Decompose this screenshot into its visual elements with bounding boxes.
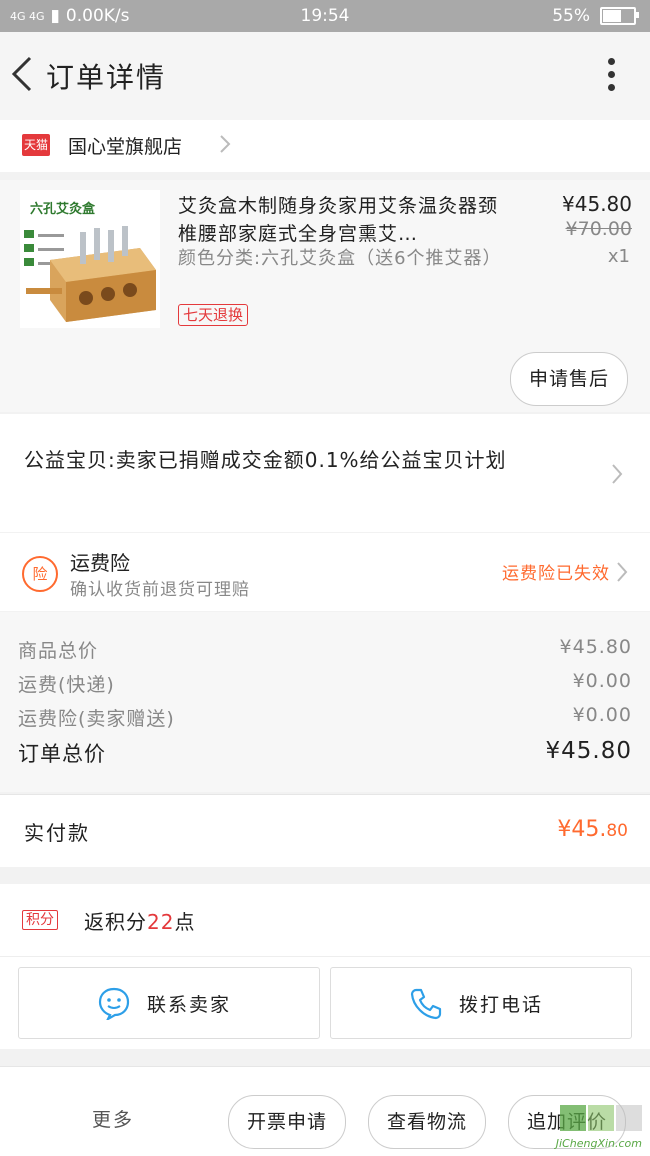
summary-label: 运费险(卖家赠送) bbox=[18, 708, 175, 730]
paid-value-main: ¥45. bbox=[557, 817, 607, 842]
points-badge: 积分 bbox=[22, 910, 58, 930]
price-summary: 商品总价 ¥45.80 运费(快递) ¥0.00 运费险(卖家赠送) ¥0.00… bbox=[0, 612, 650, 792]
order-total-row: 订单总价 ¥45.80 bbox=[18, 738, 632, 768]
product-image-label: 六孔艾灸盒 bbox=[30, 202, 96, 217]
summary-value: ¥0.00 bbox=[572, 704, 632, 726]
shipping-insurance-row[interactable]: 险 运费险 确认收货前退货可理赔 运费险已失效 bbox=[0, 533, 650, 611]
invoice-request-button[interactable]: 开票申请 bbox=[228, 1095, 346, 1149]
chevron-right-icon bbox=[220, 135, 231, 153]
product-price: ¥45.80 bbox=[562, 192, 632, 216]
call-phone-button[interactable]: 拨打电话 bbox=[330, 967, 632, 1039]
seven-day-return-badge: 七天退换 bbox=[178, 304, 249, 326]
contact-seller-button[interactable]: 联系卖家 bbox=[18, 967, 320, 1039]
contact-seller-label: 联系卖家 bbox=[147, 994, 232, 1016]
paid-value: ¥45.80 bbox=[557, 817, 628, 842]
paid-value-cents: 80 bbox=[606, 821, 628, 841]
more-link[interactable]: 更多 bbox=[92, 1105, 134, 1132]
more-options-icon[interactable] bbox=[606, 58, 616, 98]
summary-label: 运费(快递) bbox=[18, 674, 115, 696]
summary-value: ¥45.80 bbox=[559, 636, 632, 658]
points-row: 积分 返积分22点 bbox=[0, 884, 650, 957]
battery-percent: 55% bbox=[552, 6, 590, 26]
view-logistics-button[interactable]: 查看物流 bbox=[368, 1095, 486, 1149]
summary-row: 商品总价 ¥45.80 bbox=[18, 636, 632, 663]
contact-section: 联系卖家 拨打电话 bbox=[0, 957, 650, 1049]
paid-label: 实付款 bbox=[24, 821, 90, 845]
product-spec: 颜色分类:六孔艾灸盒（送6个推艾器） bbox=[178, 248, 502, 269]
tmall-logo-icon: 天猫 bbox=[22, 134, 50, 156]
points-count: 22 bbox=[147, 910, 175, 934]
nav-bar: 订单详情 bbox=[0, 32, 650, 120]
product-title: 艾灸盒木制随身灸家用艾条温灸器颈椎腰部家庭式全身宫熏艾… bbox=[178, 195, 499, 245]
charity-text: 公益宝贝:卖家已捐赠成交金额0.1%给公益宝贝计划 bbox=[24, 448, 507, 472]
summary-value: ¥0.00 bbox=[572, 670, 632, 692]
summary-label: 商品总价 bbox=[18, 640, 99, 662]
bottom-action-bar: 更多 开票申请 查看物流 追加评价 JiChengXin.com bbox=[0, 1066, 650, 1156]
product-card[interactable]: 六孔艾灸盒 艾灸盒木制随身灸家用艾条温灸器颈椎腰部家庭式全身宫熏艾… 颜色分类:… bbox=[0, 180, 650, 412]
product-original-price: ¥70.00 bbox=[565, 218, 632, 240]
points-text: 返积分22点 bbox=[84, 906, 195, 935]
watermark-text: JiChengXin.com bbox=[555, 1137, 642, 1150]
points-suffix: 点 bbox=[174, 910, 196, 934]
summary-row: 运费(快递) ¥0.00 bbox=[18, 670, 632, 697]
insurance-title: 运费险 bbox=[70, 551, 130, 575]
insurance-icon: 险 bbox=[22, 556, 58, 592]
phone-icon bbox=[410, 988, 442, 1020]
status-bar: 4G 4G ▮ 0.00K/s 19:54 55% bbox=[0, 0, 650, 32]
back-arrow-icon[interactable] bbox=[8, 54, 38, 94]
chevron-right-icon bbox=[617, 562, 628, 582]
paid-row: 实付款 ¥45.80 bbox=[0, 794, 650, 867]
status-right: 55% bbox=[552, 6, 639, 26]
page-title: 订单详情 bbox=[46, 61, 167, 94]
call-phone-label: 拨打电话 bbox=[459, 994, 544, 1016]
insurance-subtitle: 确认收货前退货可理赔 bbox=[70, 580, 250, 600]
insurance-status: 运费险已失效 bbox=[502, 564, 610, 584]
product-quantity: x1 bbox=[607, 246, 630, 267]
chevron-right-icon bbox=[612, 464, 623, 484]
summary-row: 运费险(卖家赠送) ¥0.00 bbox=[18, 704, 632, 731]
battery-icon bbox=[600, 7, 639, 25]
points-prefix: 返积分 bbox=[84, 910, 147, 934]
store-name: 国心堂旗舰店 bbox=[68, 136, 183, 158]
order-total-label: 订单总价 bbox=[18, 742, 106, 766]
order-total-value: ¥45.80 bbox=[545, 738, 632, 764]
chat-bubble-icon bbox=[98, 987, 130, 1020]
charity-row[interactable]: 公益宝贝:卖家已捐赠成交金额0.1%给公益宝贝计划 bbox=[0, 414, 650, 532]
after-sale-button[interactable]: 申请售后 bbox=[510, 352, 628, 406]
store-row[interactable]: 天猫 国心堂旗舰店 bbox=[0, 120, 650, 172]
